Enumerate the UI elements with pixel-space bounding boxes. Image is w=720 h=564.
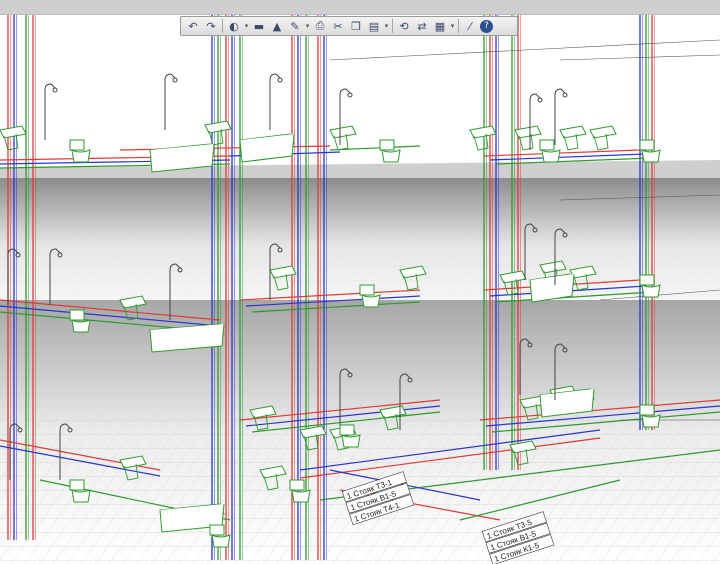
- toilet-tank: [379, 139, 395, 151]
- toilet-bowl: [71, 319, 91, 333]
- toilet-tank: [639, 404, 655, 416]
- toilet-tank: [639, 274, 655, 286]
- toilet-bowl: [361, 294, 381, 308]
- open-icon[interactable]: ▬: [251, 18, 267, 34]
- measure-icon[interactable]: ⁄: [462, 18, 478, 34]
- edit-icon[interactable]: ✎: [287, 18, 303, 34]
- title-strip: [0, 0, 720, 15]
- toilet-tank: [69, 139, 85, 151]
- toilet-tank: [639, 139, 655, 151]
- model-viewport[interactable]: 1 Стояк Т3-1 1 Стояк В1-5 1 Стояк Т4-1 1 Ст…: [0, 0, 720, 564]
- match-properties-icon[interactable]: ⇄: [414, 18, 430, 34]
- toilet-bowl: [291, 489, 311, 503]
- dropdown-arrow-icon[interactable]: ▾: [243, 22, 250, 30]
- quick-access-toolbar: ↶ ↷ ◐ ▾ ▬ ▲ ✎ ▾ ⎙ ✂ ❐ ▤ ▾ ⟲ ⇄ ▦ ▾ ⁄?: [180, 16, 518, 36]
- toolbar-separator: [458, 19, 459, 33]
- toolbar-separator: [222, 19, 223, 33]
- paste-icon[interactable]: ▤: [366, 18, 382, 34]
- toilet-bowl: [641, 149, 661, 163]
- plumbing-3d-view: 1 Стояк Т3-11 Стояк В1-51 Стояк Т4-11 Ст…: [0, 0, 720, 564]
- toilet-tank: [339, 424, 355, 436]
- toolbar-separator: [392, 19, 393, 33]
- toilet-bowl: [641, 414, 661, 428]
- toilet-bowl: [541, 149, 561, 163]
- toilet-tank: [289, 479, 305, 491]
- toilet-bowl: [71, 489, 91, 503]
- print-icon[interactable]: ⎙: [312, 18, 328, 34]
- layers-icon[interactable]: ▦: [432, 18, 448, 34]
- toilet-tank: [359, 284, 375, 296]
- copy-icon[interactable]: ❐: [348, 18, 364, 34]
- save-icon[interactable]: ▲: [269, 18, 285, 34]
- dropdown-arrow-icon[interactable]: ▾: [383, 22, 390, 30]
- toilet-tank: [539, 139, 555, 151]
- dropdown-arrow-icon[interactable]: ▾: [304, 22, 311, 30]
- toilet-bowl: [71, 149, 91, 163]
- undo-icon[interactable]: ↶: [185, 18, 201, 34]
- dropdown-arrow-icon[interactable]: ▾: [449, 22, 456, 30]
- sync-icon[interactable]: ◐: [226, 18, 242, 34]
- floor-grid: [0, 330, 720, 564]
- toilet-tank: [209, 524, 225, 536]
- redo-icon[interactable]: ↷: [203, 18, 219, 34]
- help-icon[interactable]: ?: [480, 19, 493, 33]
- toilet-bowl: [341, 434, 361, 448]
- toilet-tank: [69, 479, 85, 491]
- toilet-bowl: [381, 149, 401, 163]
- toilet-tank: [69, 309, 85, 321]
- toilet-bowl: [641, 284, 661, 298]
- cut-icon[interactable]: ✂: [330, 18, 346, 34]
- toilet-bowl: [211, 534, 231, 548]
- refresh-icon[interactable]: ⟲: [396, 18, 412, 34]
